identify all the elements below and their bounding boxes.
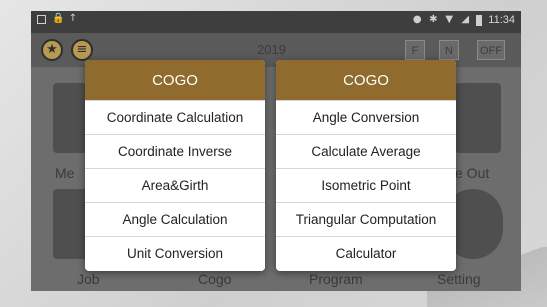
menu-item-angle-calculation[interactable]: Angle Calculation — [85, 202, 265, 236]
status-bar: 🔒 ↑ ● ✱ ▼ ◢ 11:34 — [31, 11, 521, 33]
lock-icon: 🔒 — [52, 13, 65, 24]
menu-item-coordinate-calculation[interactable]: Coordinate Calculation — [85, 100, 265, 134]
cogo-menu-left-title: COGO — [85, 60, 265, 100]
cogo-menu-left: COGO Coordinate Calculation Coordinate I… — [85, 60, 265, 271]
mode-f-button[interactable]: F — [405, 40, 425, 60]
project-year: 2019 — [257, 42, 286, 57]
job-app-label: Job — [77, 271, 100, 287]
program-app-label: Program — [309, 271, 363, 287]
status-time: 11:34 — [488, 14, 515, 26]
measure-app-label: Me — [55, 165, 75, 181]
menu-item-unit-conversion[interactable]: Unit Conversion — [85, 236, 265, 270]
status-right-icons: ● ✱ ▼ ◢ 11:34 — [412, 14, 515, 26]
cogo-app-label: Cogo — [198, 271, 232, 287]
menu-item-coordinate-inverse[interactable]: Coordinate Inverse — [85, 134, 265, 168]
upload-icon: ↑ — [68, 13, 78, 24]
mode-off-button[interactable]: OFF — [477, 40, 505, 60]
bluetooth-icon: ✱ — [429, 14, 438, 25]
stake-out-app-tile[interactable] — [455, 83, 501, 153]
cogo-menu-right-title: COGO — [276, 60, 456, 100]
signal-icon: ◢ — [461, 14, 470, 25]
battery-icon — [476, 14, 483, 26]
menu-item-triangular-computation[interactable]: Triangular Computation — [276, 202, 456, 236]
cogo-menu-right: COGO Angle Conversion Calculate Average … — [276, 60, 456, 271]
wifi-icon: ▼ — [445, 14, 454, 25]
star-icon[interactable]: ★ — [41, 39, 63, 61]
setting-app-label: Setting — [437, 271, 481, 287]
menu-item-isometric-point[interactable]: Isometric Point — [276, 168, 456, 202]
stake-out-app-label: e Out — [455, 165, 490, 181]
mode-n-button[interactable]: N — [439, 40, 459, 60]
device-screen: 🔒 ↑ ● ✱ ▼ ◢ 11:34 ★ ≡ 2019 F N OFF Me e … — [31, 11, 521, 291]
menu-item-calculate-average[interactable]: Calculate Average — [276, 134, 456, 168]
menu-item-angle-conversion[interactable]: Angle Conversion — [276, 100, 456, 134]
menu-item-area-girth[interactable]: Area&Girth — [85, 168, 265, 202]
location-icon: ● — [412, 14, 422, 25]
menu-item-calculator[interactable]: Calculator — [276, 236, 456, 270]
database-icon[interactable]: ≡ — [71, 39, 93, 61]
sim-card-icon — [37, 14, 46, 24]
status-left-icons: 🔒 ↑ — [37, 14, 78, 24]
